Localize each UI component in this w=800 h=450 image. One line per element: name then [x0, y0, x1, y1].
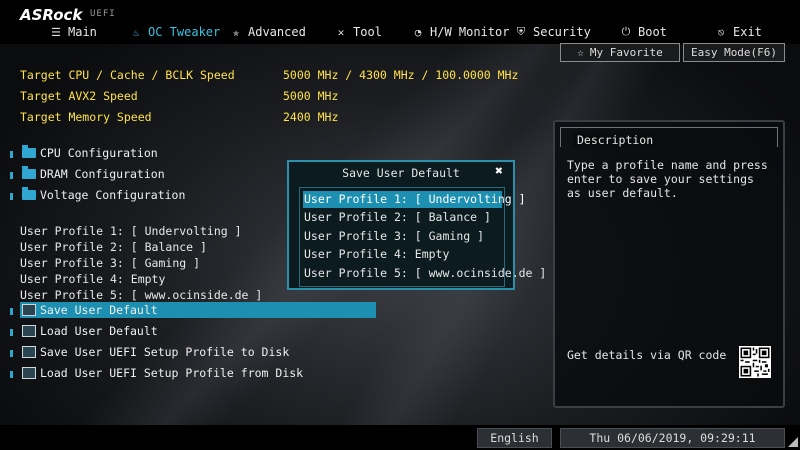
action-label: Save User UEFI Setup Profile to Disk [40, 345, 290, 359]
save-disk-icon [22, 304, 36, 316]
menu-label: CPU Configuration [40, 146, 158, 160]
item-marker [10, 151, 13, 158]
info-value-avx2: 5000 MHz [283, 89, 339, 103]
profile-4: User Profile 4: Empty [20, 272, 166, 286]
dialog-option-3[interactable]: User Profile 3: [ Gaming ] [303, 228, 502, 245]
folder-icon [22, 145, 36, 158]
profile-5: User Profile 5: [ www.ocinside.de ] [20, 288, 263, 302]
dialog-option-5[interactable]: User Profile 5: [ www.ocinside.de ] [303, 265, 546, 282]
profile-2: User Profile 2: [ Balance ] [20, 240, 207, 254]
menu-label: DRAM Configuration [40, 167, 165, 181]
save-profile-to-disk[interactable]: Save User UEFI Setup Profile to Disk [22, 345, 289, 359]
description-text: Type a profile name and press enter to s… [567, 158, 768, 200]
menu-voltage-configuration[interactable]: Voltage Configuration [22, 187, 186, 202]
item-marker [10, 172, 13, 179]
item-marker [10, 308, 13, 315]
book-icon [22, 325, 36, 337]
folder-icon [22, 187, 36, 200]
description-title: Description [573, 133, 658, 147]
info-label-cpu: Target CPU / Cache / BCLK Speed [20, 68, 235, 82]
action-label: Save User Default [40, 303, 158, 317]
date-time: Thu 06/06/2019, 09:29:11 [560, 428, 785, 448]
dialog-option-4[interactable]: User Profile 4: Empty [303, 246, 502, 263]
info-value-cpu: 5000 MHz / 4300 MHz / 100.0000 MHz [283, 68, 519, 82]
item-marker [10, 193, 13, 200]
dialog-profile-list: User Profile 1: [ Undervolting ] User Pr… [299, 187, 546, 287]
save-disk-icon [22, 346, 36, 358]
item-marker [10, 329, 13, 336]
language-selector[interactable]: English [477, 428, 552, 448]
profile-3: User Profile 3: [ Gaming ] [20, 256, 201, 270]
item-marker [10, 371, 13, 378]
dialog-option-1[interactable]: User Profile 1: [ Undervolting ] [303, 191, 526, 208]
close-icon[interactable]: ✖ [492, 165, 506, 179]
description-panel: Description Type a profile name and pres… [553, 120, 785, 408]
menu-dram-configuration[interactable]: DRAM Configuration [22, 166, 165, 181]
dialog-option-2[interactable]: User Profile 2: [ Balance ] [303, 209, 502, 226]
load-profile-from-disk[interactable]: Load User UEFI Setup Profile from Disk [22, 366, 303, 380]
menu-cpu-configuration[interactable]: CPU Configuration [22, 145, 158, 160]
info-value-memory: 2400 MHz [283, 110, 339, 124]
load-disk-icon [22, 367, 36, 379]
qr-code-icon[interactable] [739, 346, 771, 378]
dialog-title: Save User Default [342, 166, 460, 180]
save-user-default[interactable]: Save User Default [22, 303, 158, 317]
load-user-default[interactable]: Load User Default [22, 324, 158, 338]
info-label-memory: Target Memory Speed [20, 110, 152, 124]
resize-handle-icon[interactable] [788, 437, 798, 447]
profile-1: User Profile 1: [ Undervolting ] [20, 224, 242, 238]
action-label: Load User Default [40, 324, 158, 338]
item-marker [10, 350, 13, 357]
qr-label: Get details via QR code [567, 348, 727, 362]
menu-label: Voltage Configuration [40, 188, 186, 202]
save-user-default-dialog: Save User Default ✖ User Profile 1: [ Un… [287, 160, 546, 290]
info-label-avx2: Target AVX2 Speed [20, 89, 138, 103]
action-label: Load User UEFI Setup Profile from Disk [40, 366, 304, 380]
folder-icon [22, 166, 36, 179]
